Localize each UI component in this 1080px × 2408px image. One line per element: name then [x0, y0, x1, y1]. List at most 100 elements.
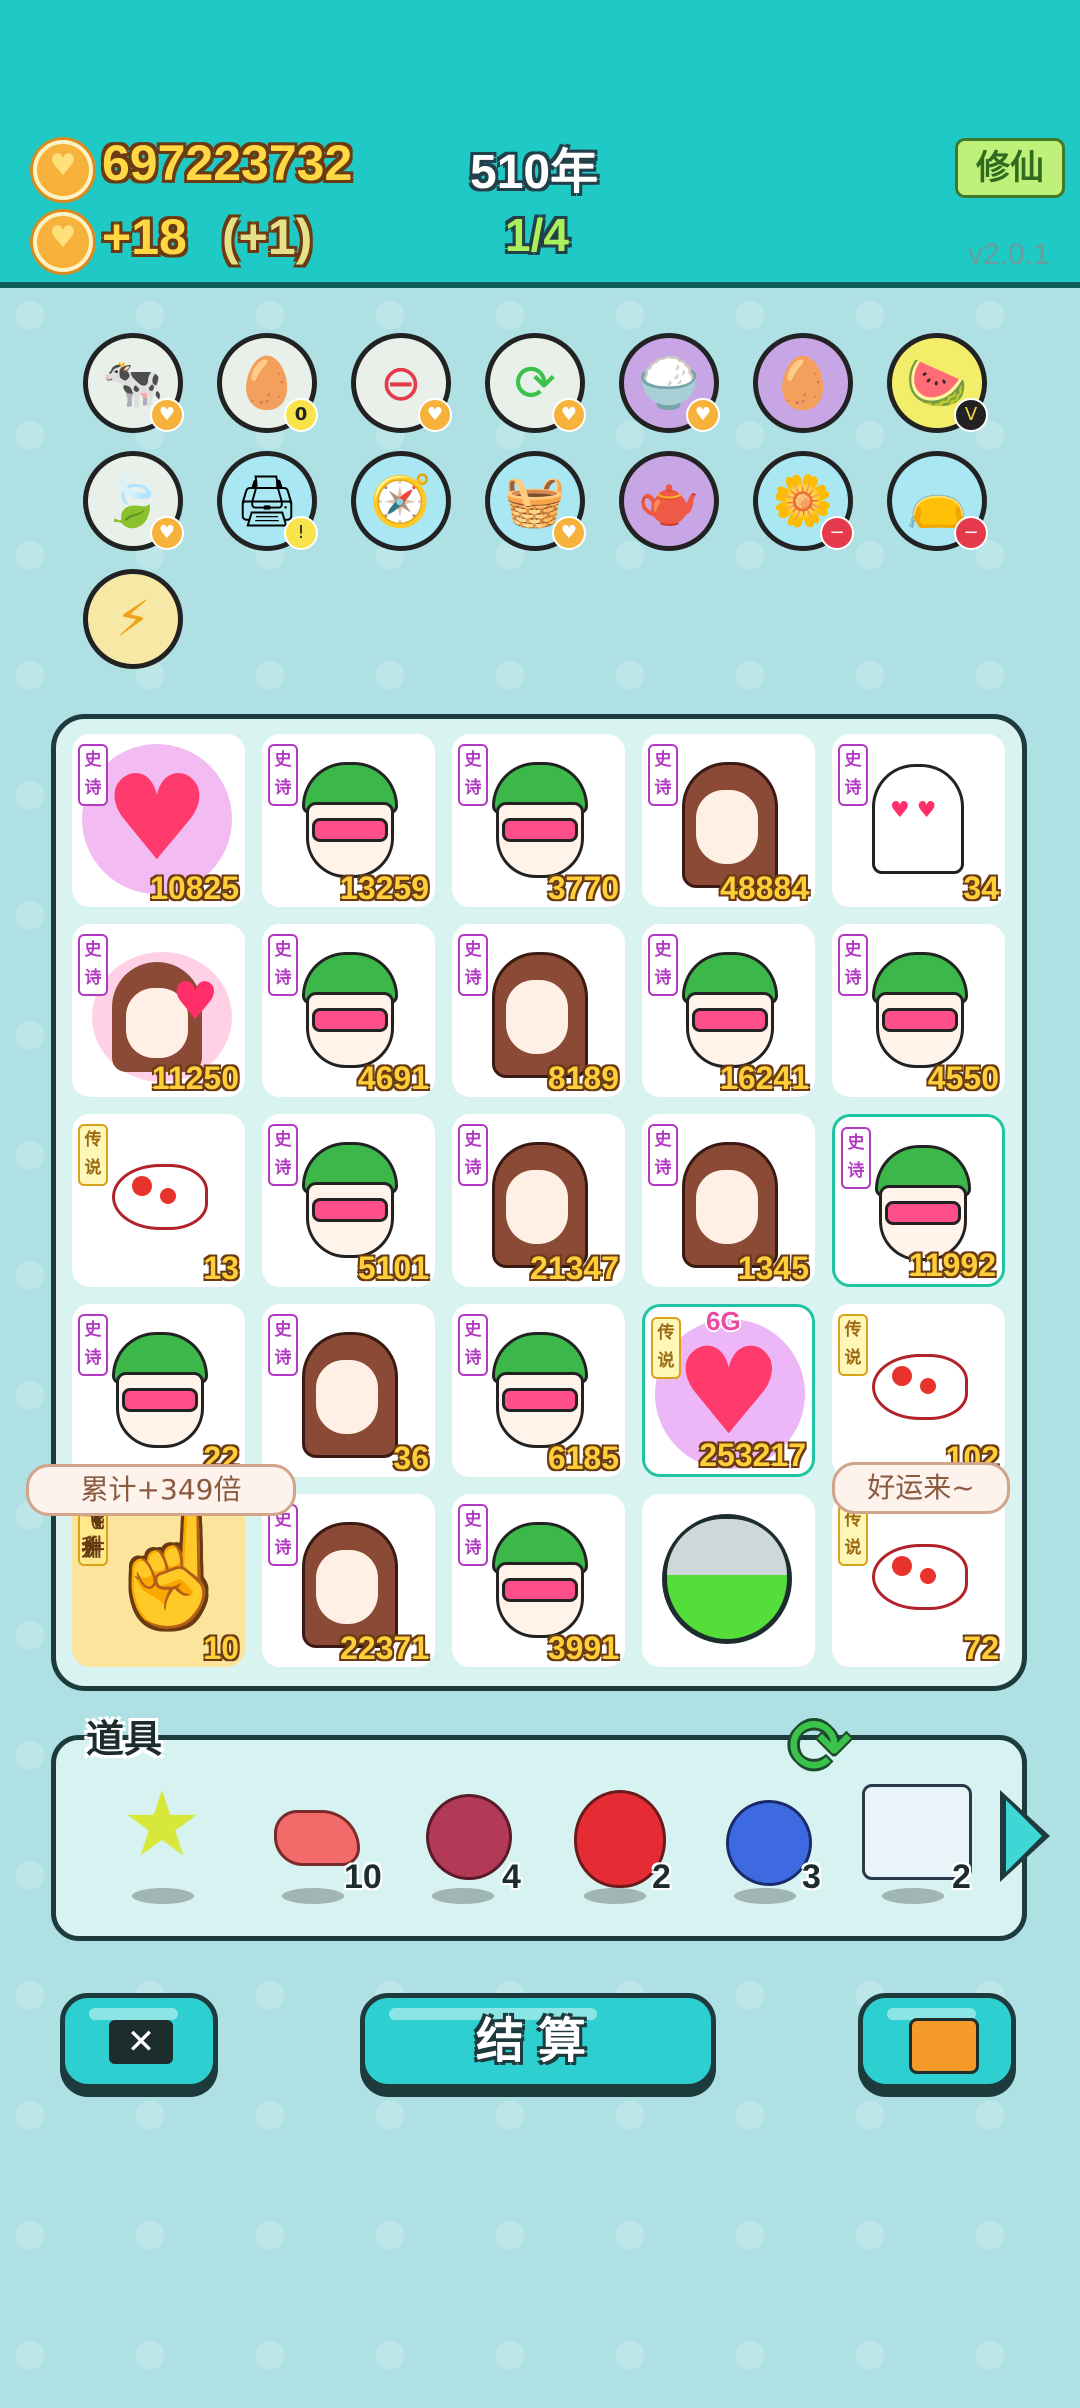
next-items-arrow-icon[interactable] [1000, 1790, 1050, 1882]
cell-value: 36 [393, 1440, 429, 1476]
board-cell[interactable]: 传说 72 [832, 1494, 1005, 1667]
board-cell[interactable]: 史诗 4691 [262, 924, 435, 1097]
item-shadow [432, 1888, 494, 1904]
koi-fish-icon [862, 1344, 972, 1424]
board-cell[interactable]: 史诗 3770 [452, 734, 625, 907]
rarity-tag: 史诗 [458, 1504, 488, 1566]
settle-label: 结算 [475, 2013, 600, 2069]
cell-value: 4550 [927, 1060, 999, 1096]
fruit-platter-icon[interactable]: 🍉 V [887, 333, 988, 433]
board-cell[interactable]: 史诗 4550 [832, 924, 1005, 1097]
cell-value: 4691 [357, 1060, 429, 1096]
rarity-tag: 史诗 [268, 1124, 298, 1186]
printer-icon[interactable]: 🖨! [217, 451, 318, 551]
item-shadow [132, 1888, 194, 1904]
coin-badge-icon: ♥ [552, 398, 586, 432]
gravy-boat-icon[interactable]: 🫖 [619, 451, 719, 551]
board-cell[interactable]: 史诗 22 [72, 1304, 245, 1477]
recycle-arrows-icon[interactable]: ⟳ ♥ [485, 333, 586, 433]
cell-value: 3991 [547, 1630, 619, 1666]
item-battery[interactable] [862, 1770, 972, 1904]
rarity-tag: 史诗 [458, 1124, 488, 1186]
coin-income-bonus: (+1) [222, 209, 313, 265]
item-strawberry[interactable] [564, 1770, 666, 1904]
star-icon: ★ [121, 1772, 203, 1877]
item-lychee[interactable] [412, 1770, 512, 1904]
blueberry-count: 3 [802, 1858, 821, 1896]
board-cell[interactable]: 史诗 3991 [452, 1494, 625, 1667]
year-counter: 510年 [470, 146, 599, 199]
rarity-tag: 传说 [838, 1314, 868, 1376]
rarity-tag: 史诗 [268, 1314, 298, 1376]
coin-income: +18 [102, 209, 187, 265]
cell-value: 253217 [699, 1437, 806, 1473]
board-cell[interactable]: 史诗 11992 [832, 1114, 1005, 1287]
six-g-badge: 6G [706, 1306, 741, 1336]
item-blueberry[interactable] [714, 1770, 814, 1904]
cell-value: 16241 [720, 1060, 809, 1096]
blueberry-icon [726, 1800, 812, 1886]
board-cell[interactable]: 史诗 48884 [642, 734, 815, 907]
cultivation-button[interactable]: 修仙 [955, 138, 1065, 198]
board-cell[interactable]: 史诗 13259 [262, 734, 435, 907]
coin-badge-icon: ♥ [150, 398, 184, 432]
board-cell[interactable]: 史诗 6185 [452, 1304, 625, 1477]
ghost-icon: ♥ ♥ [872, 764, 964, 874]
coin-total: 697223732 [102, 135, 353, 191]
rarity-tag: 史诗 [268, 934, 298, 996]
item-shadow [584, 1888, 646, 1904]
board-cell[interactable]: ☝ 飞升 10 [72, 1494, 245, 1667]
board-cell[interactable]: ♥ 史诗 10825 [72, 734, 245, 907]
inventory-button[interactable] [858, 1993, 1016, 2089]
board-cell[interactable]: 史诗 8189 [452, 924, 625, 1097]
board-cell[interactable]: 史诗 5101 [262, 1114, 435, 1287]
v-badge: V [954, 398, 988, 432]
boy-avatar-icon [292, 952, 402, 1072]
item-shadow [282, 1888, 344, 1904]
flower-pot-icon[interactable]: 🌼 − [753, 451, 854, 551]
board-cell[interactable]: 史诗 16241 [642, 924, 815, 1097]
coin-icon [33, 140, 93, 200]
egg-tray-icon[interactable]: 🥚 0 [217, 333, 318, 433]
rarity-tag: 史诗 [78, 744, 108, 806]
board-cell[interactable]: ♥ ♥ 史诗 34 [832, 734, 1005, 907]
board-cell[interactable]: 史诗 22371 [262, 1494, 435, 1667]
board-cell[interactable]: 传说 102 [832, 1304, 1005, 1477]
board-cell[interactable]: 传说 13 [72, 1114, 245, 1287]
cow-pair-icon[interactable]: 🐄 ♥ [83, 333, 184, 433]
board-cell[interactable]: 史诗 36 [262, 1304, 435, 1477]
rarity-tag: 传说 [651, 1317, 681, 1379]
stage-progress: 1/4 [505, 209, 569, 261]
item-shadow [882, 1888, 944, 1904]
cell-value: 72 [963, 1630, 999, 1666]
rice-bowl-icon[interactable]: 🍚 ♥ [619, 333, 720, 433]
koi-fish-icon [102, 1154, 212, 1234]
cell-value: 6185 [547, 1440, 619, 1476]
fruit-basket-icon[interactable]: 🧺 ♥ [485, 451, 586, 551]
rarity-tag: 史诗 [458, 744, 488, 806]
cell-value: 5101 [357, 1250, 429, 1286]
coin-badge-icon: ♥ [686, 398, 720, 432]
lightning-icon[interactable]: ⚡ [83, 569, 183, 669]
board-cell[interactable]: 史诗 21347 [452, 1114, 625, 1287]
multiplier-bubble: 累计+349倍 [26, 1464, 296, 1516]
item-star[interactable]: ★ [112, 1770, 212, 1904]
boy-avatar-icon [102, 1332, 212, 1452]
cell-value: 34 [963, 870, 999, 906]
leaf-icon[interactable]: 🍃 ♥ [83, 451, 184, 551]
compass-icon[interactable]: 🧭 [351, 451, 451, 551]
boy-avatar-icon [292, 1142, 402, 1262]
settle-button[interactable]: 结算 [360, 1993, 716, 2089]
cell-value: 3770 [547, 870, 619, 906]
exit-button[interactable]: ✕ [60, 1993, 218, 2089]
boy-avatar-icon [672, 952, 782, 1072]
sack-icon[interactable]: 👝 − [887, 451, 988, 551]
rarity-tag: 史诗 [838, 934, 868, 996]
board-cell[interactable]: 史诗 1345 [642, 1114, 815, 1287]
egg-bag-icon[interactable]: 🥚 [753, 333, 853, 433]
board-cell[interactable]: ♥ 史诗 11250 [72, 924, 245, 1097]
cell-value: 21347 [530, 1250, 619, 1286]
rarity-tag: 史诗 [838, 744, 868, 806]
board-cell[interactable] [642, 1494, 815, 1667]
no-entry-icon[interactable]: ⊖ ♥ [351, 333, 452, 433]
